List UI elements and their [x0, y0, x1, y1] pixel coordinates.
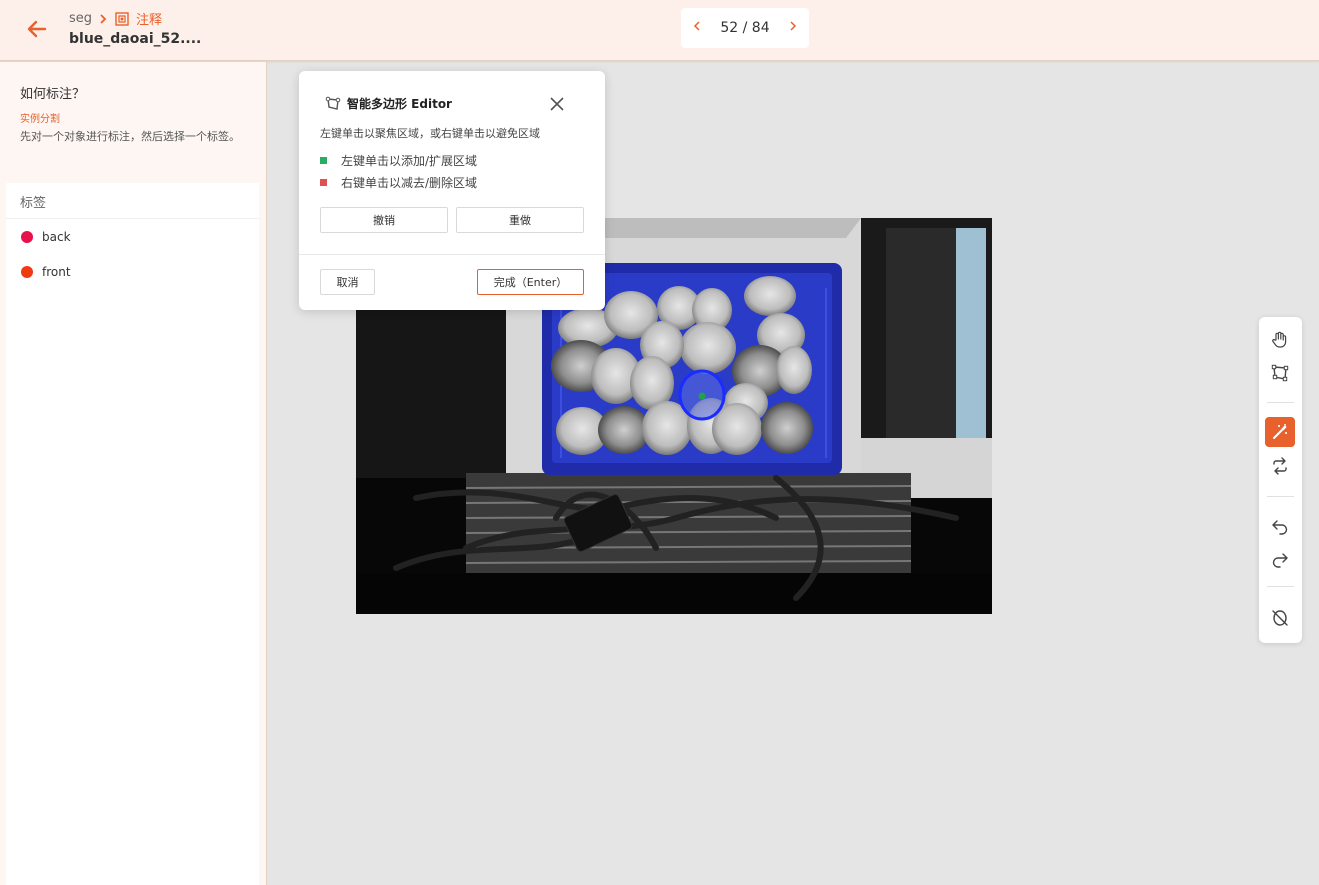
finish-button[interactable]: 完成（Enter） [477, 269, 584, 295]
next-image-button[interactable] [789, 20, 797, 36]
undo-tool[interactable] [1268, 514, 1292, 538]
smart-polygon-editor: 智能多边形 Editor 左键单击以聚焦区域，或右键单击以避免区域 左键单击以添… [299, 71, 605, 310]
chevron-right-icon [100, 13, 107, 24]
redo-button[interactable]: 重做 [456, 207, 584, 233]
image-pager: 52 / 84 [681, 8, 809, 48]
page-indicator: 52 / 84 [720, 20, 770, 36]
file-name: blue_daoai_52.... [69, 31, 202, 47]
smart-polygon-tool[interactable] [1265, 417, 1295, 447]
toolbar-separator [1267, 496, 1294, 497]
howto-description: 先对一个对象进行标注，然后选择一个标签。 [20, 130, 240, 143]
toolbar-separator [1267, 586, 1294, 587]
chevron-right-icon [790, 21, 797, 31]
breadcrumb: seg 注释 [69, 9, 162, 28]
polygon-icon [325, 96, 341, 110]
labels-title: 标签 [6, 183, 259, 219]
undo-button[interactable]: 撤销 [320, 207, 448, 233]
editor-title-text: 智能多边形 Editor [347, 97, 452, 111]
label-color-dot [21, 265, 33, 278]
label-name: front [42, 264, 71, 279]
legend-remove: 右键单击以减去/删除区域 [320, 174, 477, 191]
back-arrow-icon[interactable] [24, 16, 50, 42]
hand-tool[interactable] [1268, 328, 1292, 352]
top-bar: seg 注释 blue_daoai_52.... 52 / 84 [0, 0, 1319, 61]
toolbar-separator [1267, 402, 1294, 403]
label-item-front[interactable]: front [6, 254, 259, 289]
cancel-button[interactable]: 取消 [320, 269, 375, 295]
editor-hint: 左键单击以聚焦区域，或右键单击以避免区域 [320, 127, 540, 140]
legend-add-text: 左键单击以添加/扩展区域 [341, 154, 478, 168]
label-name: back [42, 229, 71, 244]
chevron-left-icon [693, 21, 700, 31]
magic-wand-icon [1273, 424, 1287, 439]
task-type: 实例分割 [20, 114, 60, 125]
red-square-icon [320, 179, 327, 186]
hide-icon [1272, 610, 1288, 626]
divider [299, 254, 605, 255]
labels-panel: 标签 back front [6, 183, 259, 885]
polygon-tool[interactable] [1268, 361, 1292, 385]
redo-tool[interactable] [1268, 547, 1292, 571]
breadcrumb-current: 注释 [136, 13, 163, 28]
howto-section: 如何标注？ 实例分割 先对一个对象进行标注，然后选择一个标签。 [0, 62, 266, 182]
legend-add: 左键单击以添加/扩展区域 [320, 152, 477, 169]
close-icon[interactable] [548, 95, 566, 113]
undo-icon [1272, 520, 1288, 535]
label-item-back[interactable]: back [6, 219, 259, 254]
editor-title: 智能多边形 Editor [325, 95, 452, 112]
breadcrumb-project[interactable]: seg [69, 11, 92, 26]
hand-icon [1272, 331, 1287, 348]
hide-annotations-tool[interactable] [1268, 606, 1292, 630]
legend-remove-text: 右键单击以减去/删除区域 [341, 176, 478, 190]
howto-title: 如何标注？ [20, 87, 86, 102]
prev-image-button[interactable] [693, 20, 701, 36]
annotate-icon [115, 11, 129, 26]
green-square-icon [320, 157, 327, 164]
left-sidebar: 如何标注？ 实例分割 先对一个对象进行标注，然后选择一个标签。 标签 back … [0, 62, 267, 885]
swap-tool[interactable] [1268, 454, 1292, 478]
swap-icon [1273, 457, 1287, 475]
label-color-dot [21, 230, 33, 243]
tool-bar [1259, 317, 1302, 643]
polygon-icon [1271, 364, 1289, 382]
redo-icon [1272, 553, 1288, 568]
